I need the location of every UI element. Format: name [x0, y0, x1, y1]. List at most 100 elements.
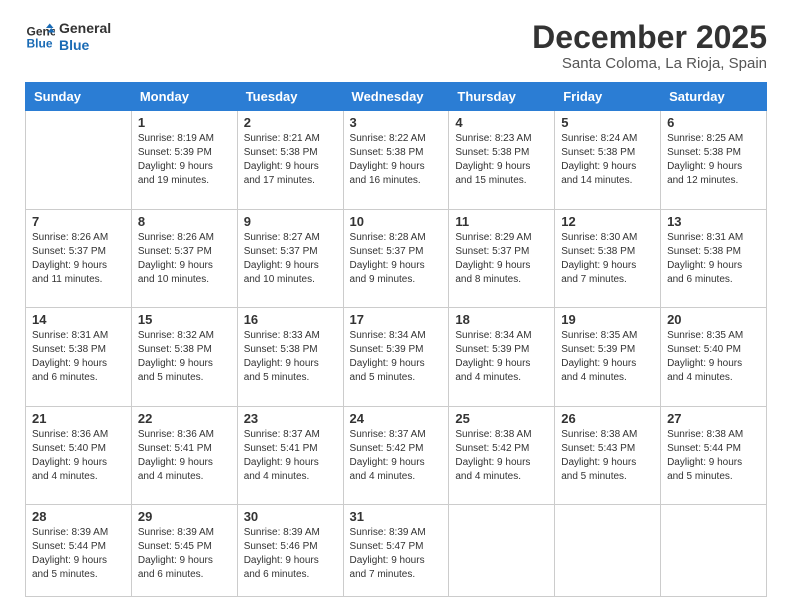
- calendar-cell: 29 Sunrise: 8:39 AM Sunset: 5:45 PM Dayli…: [131, 505, 237, 597]
- calendar-cell: 10 Sunrise: 8:28 AM Sunset: 5:37 PM Dayli…: [343, 209, 449, 308]
- calendar-cell: 4 Sunrise: 8:23 AM Sunset: 5:38 PM Daylig…: [449, 111, 555, 210]
- calendar-cell: 22 Sunrise: 8:36 AM Sunset: 5:41 PM Dayli…: [131, 406, 237, 505]
- col-monday: Monday: [131, 83, 237, 111]
- calendar-cell: 16Sunrise: 8:33 AM Sunset: 5:38 PM Dayli…: [237, 308, 343, 407]
- calendar-cell: 8Sunrise: 8:26 AM Sunset: 5:37 PM Daylig…: [131, 209, 237, 308]
- day-number: 13: [667, 214, 760, 229]
- calendar-cell: 1Sunrise: 8:19 AM Sunset: 5:39 PM Daylig…: [131, 111, 237, 210]
- day-info: Sunrise: 8:37 AM Sunset: 5:42 PM Dayligh…: [350, 428, 443, 484]
- day-info: Sunrise: 8:31 AM Sunset: 5:38 PM Dayligh…: [32, 329, 125, 385]
- calendar-cell: 31Sunrise: 8:39 AM Sunset: 5:47 PM Dayli…: [343, 505, 449, 597]
- day-number: 17: [350, 312, 443, 327]
- calendar-week-row: 1Sunrise: 8:19 AM Sunset: 5:39 PM Daylig…: [26, 111, 767, 210]
- col-friday: Friday: [555, 83, 661, 111]
- day-number: 26: [561, 411, 654, 426]
- calendar-cell: 15 Sunrise: 8:32 AM Sunset: 5:38 PM Dayli…: [131, 308, 237, 407]
- day-number: 8: [138, 214, 231, 229]
- calendar-cell: 12 Sunrise: 8:30 AM Sunset: 5:38 PM Dayli…: [555, 209, 661, 308]
- calendar-week-row: 7 Sunrise: 8:26 AM Sunset: 5:37 PM Daylig…: [26, 209, 767, 308]
- calendar-body: 1Sunrise: 8:19 AM Sunset: 5:39 PM Daylig…: [26, 111, 767, 597]
- calendar-cell: 13 Sunrise: 8:31 AM Sunset: 5:38 PM Dayli…: [661, 209, 767, 308]
- day-number: 27: [667, 411, 760, 426]
- day-number: 6: [667, 115, 760, 130]
- svg-text:Blue: Blue: [27, 36, 53, 50]
- day-number: 3: [350, 115, 443, 130]
- calendar-cell: 20Sunrise: 8:35 AM Sunset: 5:40 PM Dayli…: [661, 308, 767, 407]
- day-number: 7: [32, 214, 125, 229]
- day-number: 2: [244, 115, 337, 130]
- calendar-header-row: Sunday Monday Tuesday Wednesday Thursday…: [26, 83, 767, 111]
- day-number: 23: [244, 411, 337, 426]
- day-info: Sunrise: 8:35 AM Sunset: 5:39 PM Dayligh…: [561, 329, 654, 385]
- logo: General Blue General Blue: [25, 20, 111, 54]
- calendar-cell: 9Sunrise: 8:27 AM Sunset: 5:37 PM Daylig…: [237, 209, 343, 308]
- calendar-cell: 19 Sunrise: 8:35 AM Sunset: 5:39 PM Dayli…: [555, 308, 661, 407]
- col-saturday: Saturday: [661, 83, 767, 111]
- day-info: Sunrise: 8:39 AM Sunset: 5:45 PM Dayligh…: [138, 526, 231, 582]
- calendar-cell: 5Sunrise: 8:24 AM Sunset: 5:38 PM Daylig…: [555, 111, 661, 210]
- day-info: Sunrise: 8:36 AM Sunset: 5:40 PM Dayligh…: [32, 428, 125, 484]
- day-info: Sunrise: 8:25 AM Sunset: 5:38 PM Dayligh…: [667, 132, 760, 188]
- day-info: Sunrise: 8:30 AM Sunset: 5:38 PM Dayligh…: [561, 231, 654, 287]
- day-number: 12: [561, 214, 654, 229]
- day-info: Sunrise: 8:34 AM Sunset: 5:39 PM Dayligh…: [455, 329, 548, 385]
- calendar-cell: 17 Sunrise: 8:34 AM Sunset: 5:39 PM Dayli…: [343, 308, 449, 407]
- day-info: Sunrise: 8:24 AM Sunset: 5:38 PM Dayligh…: [561, 132, 654, 188]
- day-info: Sunrise: 8:22 AM Sunset: 5:38 PM Dayligh…: [350, 132, 443, 188]
- day-info: Sunrise: 8:31 AM Sunset: 5:38 PM Dayligh…: [667, 231, 760, 287]
- day-number: 4: [455, 115, 548, 130]
- page: General Blue General Blue December 2025 …: [0, 0, 792, 612]
- logo-text-line2: Blue: [59, 37, 111, 54]
- day-number: 22: [138, 411, 231, 426]
- calendar-week-row: 21 Sunrise: 8:36 AM Sunset: 5:40 PM Dayli…: [26, 406, 767, 505]
- calendar-cell: [555, 505, 661, 597]
- calendar-cell: 25 Sunrise: 8:38 AM Sunset: 5:42 PM Dayli…: [449, 406, 555, 505]
- day-info: Sunrise: 8:38 AM Sunset: 5:43 PM Dayligh…: [561, 428, 654, 484]
- day-number: 25: [455, 411, 548, 426]
- day-info: Sunrise: 8:26 AM Sunset: 5:37 PM Dayligh…: [32, 231, 125, 287]
- col-sunday: Sunday: [26, 83, 132, 111]
- day-info: Sunrise: 8:29 AM Sunset: 5:37 PM Dayligh…: [455, 231, 548, 287]
- day-info: Sunrise: 8:32 AM Sunset: 5:38 PM Dayligh…: [138, 329, 231, 385]
- calendar-cell: 6 Sunrise: 8:25 AM Sunset: 5:38 PM Daylig…: [661, 111, 767, 210]
- day-number: 19: [561, 312, 654, 327]
- calendar-cell: 3 Sunrise: 8:22 AM Sunset: 5:38 PM Daylig…: [343, 111, 449, 210]
- calendar-cell: [661, 505, 767, 597]
- calendar-cell: 27Sunrise: 8:38 AM Sunset: 5:44 PM Dayli…: [661, 406, 767, 505]
- day-info: Sunrise: 8:21 AM Sunset: 5:38 PM Dayligh…: [244, 132, 337, 188]
- calendar-cell: 30 Sunrise: 8:39 AM Sunset: 5:46 PM Dayli…: [237, 505, 343, 597]
- calendar-cell: 14Sunrise: 8:31 AM Sunset: 5:38 PM Dayli…: [26, 308, 132, 407]
- calendar-table: Sunday Monday Tuesday Wednesday Thursday…: [25, 82, 767, 597]
- calendar-cell: 18 Sunrise: 8:34 AM Sunset: 5:39 PM Dayli…: [449, 308, 555, 407]
- day-number: 15: [138, 312, 231, 327]
- day-number: 10: [350, 214, 443, 229]
- col-tuesday: Tuesday: [237, 83, 343, 111]
- day-info: Sunrise: 8:38 AM Sunset: 5:42 PM Dayligh…: [455, 428, 548, 484]
- day-info: Sunrise: 8:28 AM Sunset: 5:37 PM Dayligh…: [350, 231, 443, 287]
- day-info: Sunrise: 8:37 AM Sunset: 5:41 PM Dayligh…: [244, 428, 337, 484]
- calendar-cell: 7 Sunrise: 8:26 AM Sunset: 5:37 PM Daylig…: [26, 209, 132, 308]
- col-thursday: Thursday: [449, 83, 555, 111]
- logo-icon: General Blue: [25, 22, 55, 52]
- day-info: Sunrise: 8:23 AM Sunset: 5:38 PM Dayligh…: [455, 132, 548, 188]
- day-number: 18: [455, 312, 548, 327]
- day-number: 29: [138, 509, 231, 524]
- header: General Blue General Blue December 2025 …: [25, 20, 767, 72]
- calendar-week-row: 28 Sunrise: 8:39 AM Sunset: 5:44 PM Dayli…: [26, 505, 767, 597]
- day-number: 28: [32, 509, 125, 524]
- calendar-cell: 11Sunrise: 8:29 AM Sunset: 5:37 PM Dayli…: [449, 209, 555, 308]
- calendar-cell: 26 Sunrise: 8:38 AM Sunset: 5:43 PM Dayli…: [555, 406, 661, 505]
- calendar-cell: [26, 111, 132, 210]
- day-info: Sunrise: 8:34 AM Sunset: 5:39 PM Dayligh…: [350, 329, 443, 385]
- day-info: Sunrise: 8:35 AM Sunset: 5:40 PM Dayligh…: [667, 329, 760, 385]
- day-info: Sunrise: 8:39 AM Sunset: 5:46 PM Dayligh…: [244, 526, 337, 582]
- day-number: 31: [350, 509, 443, 524]
- day-info: Sunrise: 8:39 AM Sunset: 5:44 PM Dayligh…: [32, 526, 125, 582]
- day-number: 24: [350, 411, 443, 426]
- day-info: Sunrise: 8:36 AM Sunset: 5:41 PM Dayligh…: [138, 428, 231, 484]
- month-title: December 2025: [532, 20, 767, 55]
- calendar-cell: 2 Sunrise: 8:21 AM Sunset: 5:38 PM Daylig…: [237, 111, 343, 210]
- day-number: 30: [244, 509, 337, 524]
- day-number: 21: [32, 411, 125, 426]
- day-number: 9: [244, 214, 337, 229]
